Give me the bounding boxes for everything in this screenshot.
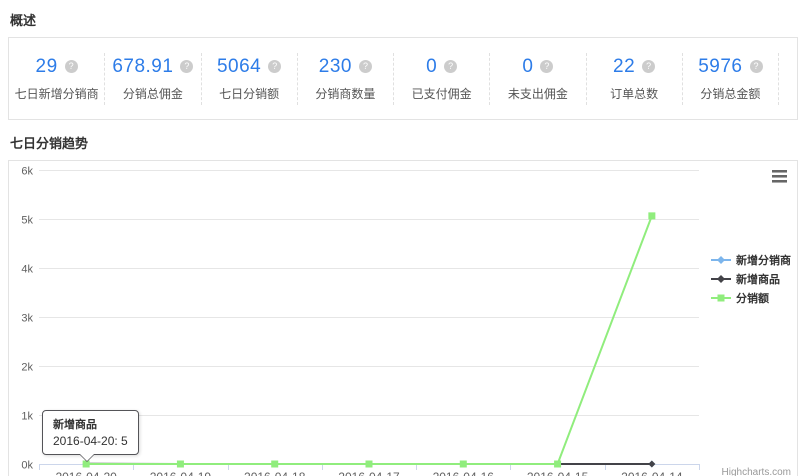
help-icon[interactable]: ? — [359, 60, 372, 73]
help-icon[interactable]: ? — [642, 60, 655, 73]
chart-tooltip: 新增商品 2016-04-20: 5 — [42, 410, 139, 455]
stat-card-total-amount: 5976 ? 分销总金额 — [683, 53, 779, 105]
stat-label: 七日分销额 — [202, 85, 297, 102]
stat-label: 订单总数 — [587, 85, 682, 102]
axis-label: 6k — [21, 166, 33, 178]
stat-card-distributor-count: 230 ? 分销商数量 — [298, 53, 394, 105]
stat-label: 已支付佣金 — [394, 85, 489, 102]
stat-value: 5064 — [217, 56, 261, 78]
series-line-2[interactable] — [86, 216, 652, 464]
stat-card-unpaid-commission: 0 ? 未支出佣金 — [490, 53, 586, 105]
stat-label: 分销总金额 — [683, 85, 778, 102]
help-icon[interactable]: ? — [540, 60, 553, 73]
axis-label: 3k — [21, 313, 33, 325]
stat-value: 0 — [522, 56, 533, 78]
axis-label: 2016-04-18 — [244, 470, 306, 476]
axis-label: 2016-04-15 — [527, 470, 589, 476]
data-point-marker[interactable] — [460, 461, 467, 468]
axis-label: 2k — [21, 362, 33, 374]
legend-item-1[interactable]: 新增商品 — [711, 271, 791, 287]
axis-label: 4k — [21, 264, 33, 276]
help-icon[interactable]: ? — [65, 60, 78, 73]
chart-legend: 新增分销商新增商品分销额 — [711, 249, 791, 309]
legend-label: 新增商品 — [736, 271, 780, 287]
axis-label: 2016-04-16 — [433, 470, 495, 476]
stat-label: 分销总佣金 — [105, 85, 200, 102]
stats-overview-panel: 29 ? 七日新增分销商 678.91 ? 分销总佣金 5064 ? 七日分销额… — [8, 37, 798, 120]
legend-marker-icon — [711, 273, 731, 285]
stat-card-sales-7d: 5064 ? 七日分销额 — [202, 53, 298, 105]
legend-item-2[interactable]: 分销额 — [711, 290, 791, 306]
legend-marker-icon — [711, 292, 731, 304]
axis-label: 2016-04-20 — [55, 470, 117, 476]
highcharts-credit-link[interactable]: Highcharts.com — [722, 467, 791, 476]
stat-value: 0 — [426, 56, 437, 78]
axis-label: 2016-04-14 — [621, 470, 683, 476]
trend-chart-panel: 0k 1k 2k 3k 4k 5k 6k 2016-04-20 2016-04-19 2016-0… — [8, 160, 798, 476]
stat-label: 七日新增分销商 — [9, 85, 104, 102]
stat-value: 22 — [613, 56, 635, 78]
chart-export-menu-button[interactable] — [771, 169, 788, 184]
stat-value: 230 — [319, 56, 352, 78]
legend-marker-icon — [711, 254, 731, 266]
data-point-marker[interactable] — [177, 461, 184, 468]
help-icon[interactable]: ? — [180, 60, 193, 73]
stat-value: 678.91 — [112, 56, 173, 78]
help-icon[interactable]: ? — [268, 60, 281, 73]
axis-label: 2016-04-19 — [150, 470, 212, 476]
stat-label: 未支出佣金 — [490, 85, 585, 102]
page: 概述 29 ? 七日新增分销商 678.91 ? 分销总佣金 5064 ? 七日… — [0, 0, 806, 476]
data-point-marker[interactable] — [366, 461, 373, 468]
overview-title: 概述 — [10, 10, 798, 29]
legend-label: 新增分销商 — [736, 252, 791, 268]
tooltip-series-name: 新增商品 — [53, 416, 128, 432]
axis-label: 0k — [21, 460, 33, 472]
data-point-marker[interactable] — [554, 461, 561, 468]
help-icon[interactable]: ? — [444, 60, 457, 73]
stat-card-order-total: 22 ? 订单总数 — [587, 53, 683, 105]
stat-value: 29 — [36, 56, 58, 78]
legend-label: 分销额 — [736, 290, 769, 306]
data-point-marker[interactable] — [648, 212, 655, 219]
legend-item-0[interactable]: 新增分销商 — [711, 252, 791, 268]
trend-title: 七日分销趋势 — [10, 133, 798, 152]
stat-card-paid-commission: 0 ? 已支付佣金 — [394, 53, 490, 105]
stat-card-total-commission: 678.91 ? 分销总佣金 — [105, 53, 201, 105]
data-point-marker[interactable] — [648, 461, 655, 468]
axis-label: 1k — [21, 411, 33, 423]
data-point-marker[interactable] — [271, 461, 278, 468]
axis-label: 2016-04-17 — [338, 470, 400, 476]
stat-value: 5976 — [698, 56, 742, 78]
axis-label: 5k — [21, 215, 33, 227]
tooltip-value: 2016-04-20: 5 — [53, 434, 128, 448]
help-icon[interactable]: ? — [750, 60, 763, 73]
stat-card-new-distributors-7d: 29 ? 七日新增分销商 — [9, 53, 105, 105]
stat-label: 分销商数量 — [298, 85, 393, 102]
